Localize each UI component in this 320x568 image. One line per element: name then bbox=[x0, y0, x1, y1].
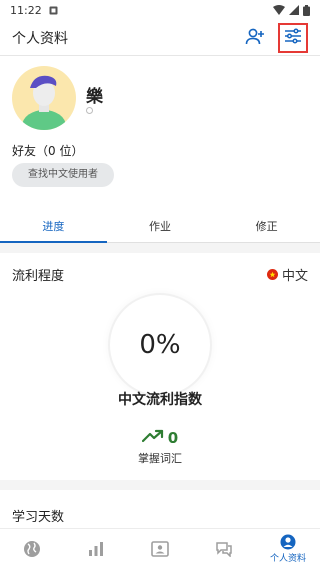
tab-corrections[interactable]: 修正 bbox=[213, 209, 320, 242]
language-selector[interactable]: 中文 bbox=[266, 265, 308, 284]
fluency-card: 流利程度 中文 0% 中文流利指数 0 掌握词汇 bbox=[0, 253, 320, 480]
app-bar: 个人资料 bbox=[0, 20, 320, 56]
vocab-label: 掌握词汇 bbox=[138, 452, 182, 465]
online-status-indicator bbox=[86, 107, 93, 114]
vocab-count: 0 bbox=[167, 429, 179, 447]
profile-tabs: 进度 作业 修正 bbox=[0, 209, 320, 243]
status-bar: 11:22 bbox=[0, 0, 320, 20]
battery-icon bbox=[303, 4, 310, 16]
settings-button[interactable] bbox=[278, 22, 308, 53]
study-days-title: 学习天数 bbox=[12, 510, 65, 525]
find-chinese-speakers-button[interactable]: 查找中文使用者 bbox=[12, 163, 114, 187]
fluency-title: 流利程度 bbox=[12, 269, 65, 284]
tab-progress[interactable]: 进度 bbox=[0, 209, 107, 243]
chat-icon bbox=[215, 541, 233, 557]
fluency-index-label: 中文流利指数 bbox=[118, 392, 202, 408]
nav-profile-label: 个人资料 bbox=[269, 553, 306, 564]
stats-icon bbox=[88, 541, 104, 557]
section-divider bbox=[0, 480, 320, 490]
nav-profile[interactable]: 个人资料 bbox=[256, 529, 320, 568]
friends-count[interactable]: 好友（0 位） bbox=[12, 142, 83, 159]
status-time: 11:22 bbox=[10, 3, 42, 17]
sliders-icon bbox=[284, 27, 302, 48]
fluency-percent: 0% bbox=[139, 330, 181, 360]
add-friend-button[interactable] bbox=[240, 23, 270, 53]
language-label: 中文 bbox=[281, 269, 308, 284]
section-divider bbox=[0, 243, 320, 253]
nav-learning[interactable] bbox=[64, 529, 128, 568]
profile-icon bbox=[280, 534, 296, 550]
page-title: 个人资料 bbox=[12, 30, 68, 47]
wifi-icon bbox=[273, 5, 285, 15]
profile-header: 樂 好友（0 位） 查找中文使用者 bbox=[0, 56, 320, 196]
bottom-navigation: 个人资料 bbox=[0, 528, 320, 568]
nav-chats[interactable] bbox=[192, 529, 256, 568]
nav-community[interactable] bbox=[0, 529, 64, 568]
notification-icon bbox=[49, 6, 58, 15]
globe-icon bbox=[23, 540, 41, 558]
signal-icon bbox=[289, 5, 299, 15]
avatar[interactable] bbox=[12, 66, 76, 130]
nav-contacts[interactable] bbox=[128, 529, 192, 568]
username: 樂 bbox=[86, 87, 103, 107]
vocab-stat: 0 bbox=[0, 429, 320, 447]
tab-homework[interactable]: 作业 bbox=[107, 209, 214, 242]
trending-up-icon bbox=[141, 429, 164, 447]
fluency-progress-ring: 0% bbox=[110, 295, 210, 395]
china-flag-icon bbox=[266, 269, 278, 280]
add-person-icon bbox=[245, 27, 265, 49]
contact-card-icon bbox=[151, 540, 169, 557]
